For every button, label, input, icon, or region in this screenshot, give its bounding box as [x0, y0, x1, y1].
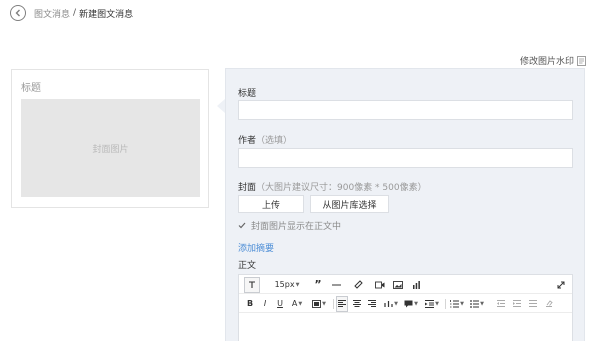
ordered-list-icon: [450, 299, 460, 307]
text-spacing-button[interactable]: [527, 296, 539, 312]
article-preview-card[interactable]: 标题 封面图片: [11, 69, 209, 208]
breadcrumb: 图文消息 / 新建图文消息: [10, 4, 133, 22]
preview-cover-image: 封面图片: [21, 99, 200, 197]
chevron-down-icon: ▼: [295, 281, 300, 288]
rich-text-editor[interactable]: 15px ▼ ” B I U A ▼ ▼ ▼ ▼ ▼ ▼ ▼: [238, 274, 573, 341]
align-right-button[interactable]: [366, 296, 378, 312]
chevron-left-icon: [15, 9, 20, 17]
checkmark-icon: [238, 222, 246, 229]
horizontal-rule-icon: [331, 284, 341, 285]
upload-button[interactable]: 上传: [238, 195, 304, 213]
comment-icon: [404, 300, 413, 307]
chevron-down-icon: ▼: [298, 300, 303, 307]
preview-title: 标题: [21, 83, 41, 94]
font-color-button[interactable]: A ▼: [288, 296, 306, 312]
align-center-icon: [353, 300, 361, 307]
breadcrumb-current: 新建图文消息: [79, 9, 134, 20]
video-icon: [375, 281, 385, 288]
cover-label-text: 封面: [238, 183, 257, 193]
clear-format-button[interactable]: [244, 276, 260, 293]
title-label: 标题: [238, 89, 257, 99]
cover-label: 封面（大图片建议尺寸：900像素 * 500像素）: [238, 180, 427, 193]
chevron-down-icon: ▼: [414, 300, 418, 307]
insert-chart-button[interactable]: [409, 277, 423, 293]
font-size-select[interactable]: 15px ▼: [271, 277, 303, 293]
body-label: 正文: [238, 261, 257, 271]
outdent-icon: [497, 300, 505, 307]
highlight-icon: [312, 299, 322, 308]
align-right-icon: [368, 300, 376, 307]
expand-icon: [557, 281, 565, 288]
panel-pointer-arrow: [217, 99, 225, 113]
underline-button[interactable]: U: [274, 296, 286, 312]
title-input[interactable]: [238, 100, 573, 120]
image-icon: [393, 280, 403, 289]
editor-toolbar-row-1: 15px ▼ ”: [239, 276, 572, 294]
align-left-icon: [338, 300, 346, 307]
edit-watermark-label: 修改图片水印: [519, 57, 574, 67]
blockquote-button[interactable]: ”: [311, 277, 325, 293]
link-icon: [353, 280, 363, 289]
indent-icon: [425, 299, 435, 308]
align-center-button[interactable]: [351, 296, 363, 312]
toolbar-divider: [333, 299, 334, 309]
unordered-list-button[interactable]: ▼: [468, 296, 486, 312]
bold-button[interactable]: B: [244, 296, 256, 312]
paragraph-style-button[interactable]: ▼: [382, 296, 400, 312]
font-size-value: 15px: [274, 280, 295, 289]
chevron-down-icon: ▼: [394, 300, 398, 307]
document-icon: [577, 55, 586, 66]
align-left-button[interactable]: [336, 295, 348, 312]
breadcrumb-parent-link[interactable]: 图文消息: [34, 7, 70, 20]
underline-glyph: U: [277, 299, 283, 308]
insert-link-button[interactable]: [351, 277, 365, 293]
cover-placeholder-text: 封面图片: [92, 144, 129, 155]
chevron-down-icon: ▼: [480, 300, 484, 307]
remove-format-button[interactable]: [543, 296, 555, 312]
show-cover-label: 封面图片显示在正文中: [251, 222, 342, 232]
insert-image-button[interactable]: [391, 277, 405, 293]
font-color-glyph: A: [291, 299, 298, 308]
chevron-down-icon: ▼: [460, 300, 464, 307]
author-label-text: 作者: [238, 136, 257, 146]
back-button[interactable]: [10, 5, 26, 21]
insert-video-button[interactable]: [373, 277, 387, 293]
author-input[interactable]: [238, 148, 573, 168]
comment-button[interactable]: ▼: [402, 296, 420, 312]
unordered-list-icon: [470, 299, 480, 308]
edit-watermark-link[interactable]: 修改图片水印: [520, 54, 586, 67]
toolbar-divider: [445, 299, 446, 309]
indent-right-icon: [513, 300, 521, 307]
eraser-icon: [546, 300, 553, 307]
add-summary-link[interactable]: 添加摘要: [238, 241, 274, 254]
breadcrumb-separator: /: [73, 8, 77, 18]
ordered-list-button[interactable]: ▼: [448, 296, 466, 312]
author-label: 作者（选填）: [238, 133, 292, 146]
author-hint: （选填）: [256, 136, 293, 146]
fullscreen-button[interactable]: [554, 277, 568, 293]
outdent-button[interactable]: [495, 296, 507, 312]
show-cover-in-body-checkbox[interactable]: 封面图片显示在正文中: [238, 219, 341, 232]
chevron-down-icon: ▼: [435, 300, 439, 307]
cover-size-hint: （大图片建议尺寸：900像素 * 500像素）: [256, 183, 427, 193]
bold-glyph: B: [246, 299, 254, 308]
editor-toolbar-row-2: B I U A ▼ ▼ ▼ ▼ ▼ ▼ ▼: [239, 295, 572, 313]
background-color-button[interactable]: ▼: [309, 296, 329, 312]
quote-icon: ”: [314, 278, 322, 291]
italic-button[interactable]: I: [259, 296, 271, 312]
horizontal-rule-button[interactable]: [329, 277, 343, 293]
text-format-icon: [249, 280, 255, 288]
italic-glyph: I: [263, 299, 267, 308]
chevron-down-icon: ▼: [322, 300, 326, 307]
increase-indent-button[interactable]: [511, 296, 523, 312]
select-from-library-button[interactable]: 从图片库选择: [310, 195, 389, 213]
indent-button[interactable]: ▼: [423, 296, 441, 312]
spacing-icon: [529, 300, 537, 307]
article-edit-form: 标题 作者（选填） 封面（大图片建议尺寸：900像素 * 500像素） 上传 从…: [225, 68, 585, 341]
bar-chart-icon: [412, 280, 420, 289]
paragraph-icon: [384, 300, 393, 307]
